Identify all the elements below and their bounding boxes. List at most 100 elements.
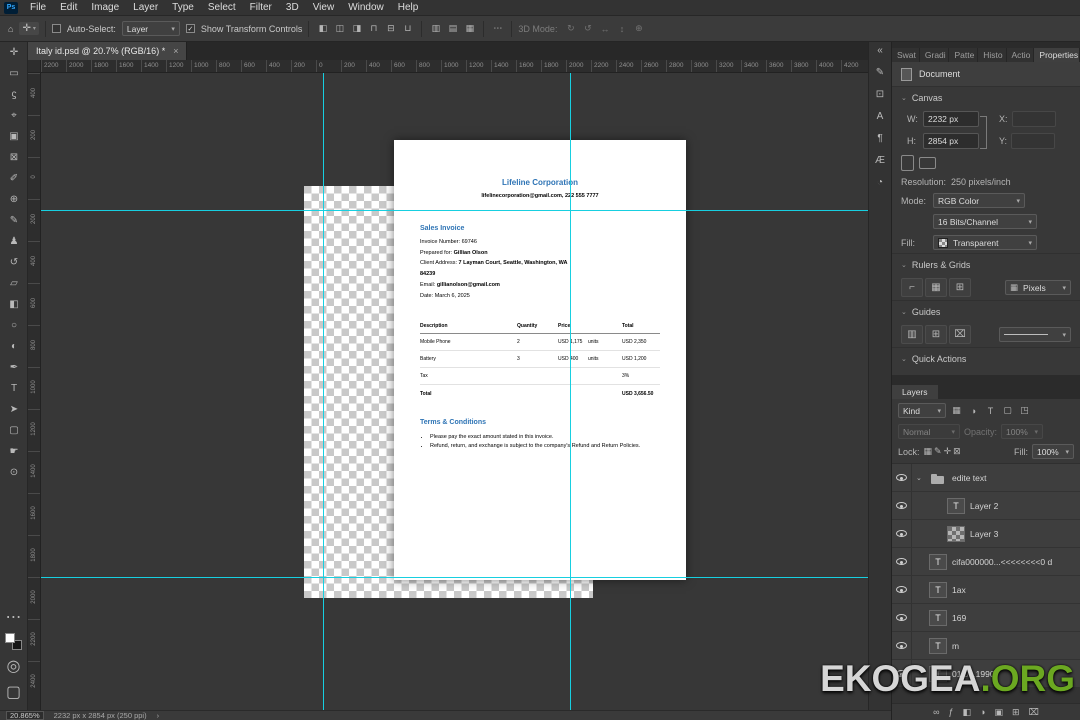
character-panel-icon[interactable]: A	[877, 111, 884, 122]
hand-tool[interactable]: ☛	[0, 441, 28, 462]
visibility-toggle[interactable]	[892, 464, 912, 491]
auto-select-checkbox[interactable]	[51, 24, 61, 33]
history-panel-icon[interactable]: ◔	[877, 177, 883, 188]
panel-tab[interactable]: Gradi	[919, 48, 950, 62]
width-input[interactable]: 2232 px	[923, 111, 979, 127]
distribute-horizontal-icon[interactable]: ▥	[428, 21, 443, 36]
layer-row[interactable]: Layer 3	[892, 520, 1080, 547]
menu-item[interactable]: Help	[391, 0, 426, 16]
history-brush-tool[interactable]: ↺	[0, 252, 28, 273]
layer-name[interactable]: cifa000000...<<<<<<<<0 d	[952, 557, 1052, 567]
panel-tab[interactable]: Patte	[949, 48, 979, 62]
gradient-tool[interactable]: ◧	[0, 294, 28, 315]
path-selection-tool[interactable]: ➤	[0, 399, 28, 420]
align-left-edges-icon[interactable]: ◧	[315, 21, 330, 36]
home-icon[interactable]: ⌂	[8, 24, 13, 34]
new-group-icon[interactable]: ▣	[994, 707, 1003, 718]
new-adjustment-layer-icon[interactable]: ◑	[980, 707, 985, 717]
lock-all-icon[interactable]: ⊠	[953, 446, 961, 457]
layer-thumbnail-icon[interactable]: T	[947, 497, 965, 514]
visibility-toggle[interactable]	[892, 520, 912, 547]
healing-brush-tool[interactable]: ⊕	[0, 189, 28, 210]
guides-snap-icon[interactable]: ⊞	[925, 325, 947, 344]
menu-item[interactable]: 3D	[279, 0, 306, 16]
crop-tool[interactable]: ▣	[0, 126, 28, 147]
show-transform-checkbox[interactable]	[185, 24, 195, 33]
landscape-orientation-button[interactable]	[919, 157, 936, 169]
menu-item[interactable]: Window	[341, 0, 391, 16]
height-input[interactable]: 2854 px	[923, 133, 979, 149]
y-input[interactable]	[1011, 133, 1056, 149]
visibility-toggle[interactable]	[892, 576, 912, 603]
foreground-color-swatch[interactable]	[5, 633, 15, 643]
lock-position-icon[interactable]: ✛	[944, 446, 952, 457]
layer-thumbnail-icon[interactable]	[929, 470, 947, 486]
3d-drag-icon[interactable]: ↔	[597, 21, 612, 36]
guide-vertical[interactable]	[323, 73, 324, 710]
layer-thumbnail-icon[interactable]: T	[929, 609, 947, 626]
canvas-area[interactable]: Lifeline Corporation lifelinecorporation…	[41, 73, 868, 710]
brush-settings-icon[interactable]: ✎	[876, 67, 884, 78]
grid-settings-icon[interactable]: ⊞	[949, 278, 971, 297]
filter-type-layers-icon[interactable]: T	[983, 403, 998, 418]
units-dropdown[interactable]: ▦ Pixels	[1005, 280, 1071, 295]
lasso-tool[interactable]: ϛ	[0, 84, 28, 105]
zoom-level-input[interactable]: 20.865%	[6, 711, 44, 720]
link-layers-icon[interactable]: ∞	[933, 707, 939, 717]
filter-pixel-layers-icon[interactable]: ▦	[949, 403, 964, 418]
portrait-orientation-button[interactable]	[901, 155, 914, 171]
3d-slide-icon[interactable]: ↕	[614, 21, 629, 36]
blur-tool[interactable]: ○	[0, 315, 28, 336]
menu-item[interactable]: File	[23, 0, 53, 16]
guides-section-header[interactable]: Guides	[892, 300, 1080, 322]
add-layer-mask-icon[interactable]: ◧	[963, 707, 972, 718]
dodge-tool[interactable]: ◐	[0, 336, 28, 357]
filter-adjustment-layers-icon[interactable]: ◑	[966, 403, 981, 418]
object-selection-tool[interactable]: ⌖	[0, 105, 28, 126]
layer-thumbnail-icon[interactable]: T	[929, 637, 947, 654]
layer-name[interactable]: edite text	[952, 473, 987, 483]
quick-mask-icon[interactable]: ◎	[7, 656, 21, 676]
delete-layer-icon[interactable]: ⌧	[1029, 707, 1039, 718]
blend-mode-dropdown[interactable]: Normal	[898, 424, 960, 439]
layer-thumbnail-icon[interactable]	[947, 525, 965, 542]
panel-tab[interactable]: Histo	[978, 48, 1007, 62]
align-horizontal-centers-icon[interactable]: ◫	[332, 21, 347, 36]
rulers-grids-section-header[interactable]: Rulers & Grids	[892, 253, 1080, 275]
layer-name[interactable]: Layer 2	[970, 501, 998, 511]
panel-tab[interactable]: Properties	[1034, 48, 1080, 62]
brush-tool[interactable]: ✎	[0, 210, 28, 231]
opacity-dropdown[interactable]: 100%	[1001, 424, 1044, 439]
current-tool-button[interactable]: ✛ ▾	[19, 22, 39, 35]
auto-select-dropdown[interactable]: Layer	[121, 21, 180, 36]
bit-depth-dropdown[interactable]: 16 Bits/Channel	[933, 214, 1037, 229]
layer-thumbnail-icon[interactable]: T	[929, 581, 947, 598]
link-dimensions-icon[interactable]	[980, 116, 987, 149]
distribute-vertical-icon[interactable]: ▤	[445, 21, 460, 36]
distribute-spacing-icon[interactable]: ▦	[462, 21, 477, 36]
filter-shape-layers-icon[interactable]: ▢	[1000, 403, 1015, 418]
more-options-icon[interactable]: ⋯	[490, 21, 505, 36]
layer-thumbnail-icon[interactable]: T	[929, 553, 947, 570]
lock-image-pixels-icon[interactable]: ✎	[934, 446, 942, 457]
visibility-toggle[interactable]	[892, 492, 912, 519]
paragraph-panel-icon[interactable]: ¶	[877, 133, 882, 144]
menu-item[interactable]: Select	[201, 0, 243, 16]
eraser-tool[interactable]: ▱	[0, 273, 28, 294]
guide-horizontal[interactable]	[41, 210, 868, 211]
align-vertical-centers-icon[interactable]: ⊟	[383, 21, 398, 36]
3d-scale-icon[interactable]: ⊕	[631, 21, 646, 36]
eyedropper-tool[interactable]: ✐	[0, 168, 28, 189]
clone-source-icon[interactable]: ⊡	[876, 89, 884, 100]
visibility-toggle[interactable]	[892, 548, 912, 575]
layer-row[interactable]: T cifa000000...<<<<<<<<0 d	[892, 548, 1080, 575]
screen-mode-icon[interactable]: ▢	[6, 682, 21, 702]
panel-tab[interactable]: Swat	[892, 48, 920, 62]
quick-actions-section-header[interactable]: Quick Actions	[892, 347, 1080, 369]
new-layer-icon[interactable]: ⊞	[1012, 707, 1020, 718]
menu-item[interactable]: Type	[165, 0, 201, 16]
canvas-fill-dropdown[interactable]: Transparent	[933, 235, 1037, 250]
menu-item[interactable]: Edit	[53, 0, 84, 16]
layer-name[interactable]: m	[952, 641, 959, 651]
menu-item[interactable]: Image	[84, 0, 126, 16]
